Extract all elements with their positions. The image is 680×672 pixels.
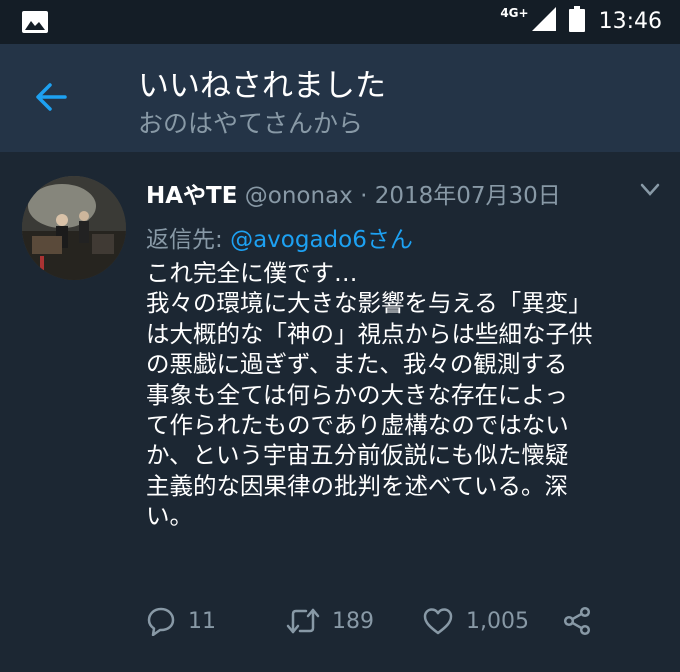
tweet-header: HAやTE @ononax · 2018年07月30日 [146,176,646,210]
reply-count: 11 [188,608,216,634]
chevron-down-icon[interactable] [640,182,660,201]
retweet-button[interactable]: 189 [286,606,374,636]
tweet[interactable]: HAやTE @ononax · 2018年07月30日 返信先: @avogad… [0,152,680,672]
like-count: 1,005 [466,608,529,634]
reply-to-label: 返信先: [146,227,231,253]
tweet-text: これ完全に僕です… 我々の環境に大きな影響を与える「異変」 は大概的な「神の」視… [146,259,593,531]
reply-honorific: さん [366,227,413,253]
reply-mention-link[interactable]: @avogado6 [230,227,367,253]
retweet-count: 189 [332,608,374,634]
separator: · [360,183,368,209]
tweet-date: 2018年07月30日 [374,183,561,209]
heart-icon [422,606,454,636]
like-button[interactable]: 1,005 [422,606,529,636]
display-name[interactable]: HAやTE [146,183,237,209]
app-header: いいねされました おのはやてさんから [0,44,680,152]
avatar[interactable] [22,176,126,280]
image-icon [22,11,48,37]
status-bar: 4G+ 13:46 [0,0,680,44]
reply-icon [146,606,176,636]
share-button[interactable] [562,606,592,636]
retweet-icon [286,606,320,636]
network-type: 4G+ [500,6,529,20]
page-subtitle: おのはやてさんから [138,109,364,138]
tweet-actions: 11 189 1,005 [146,606,666,642]
back-arrow-icon[interactable] [34,80,68,118]
signal-icon [531,6,557,36]
share-icon [562,606,592,636]
page-title: いいねされました [138,68,386,104]
battery-icon [568,6,585,36]
reply-button[interactable]: 11 [146,606,216,636]
clock: 13:46 [598,8,662,34]
reply-to: 返信先: @avogado6さん [146,220,413,254]
user-handle[interactable]: @ononax [245,183,353,209]
